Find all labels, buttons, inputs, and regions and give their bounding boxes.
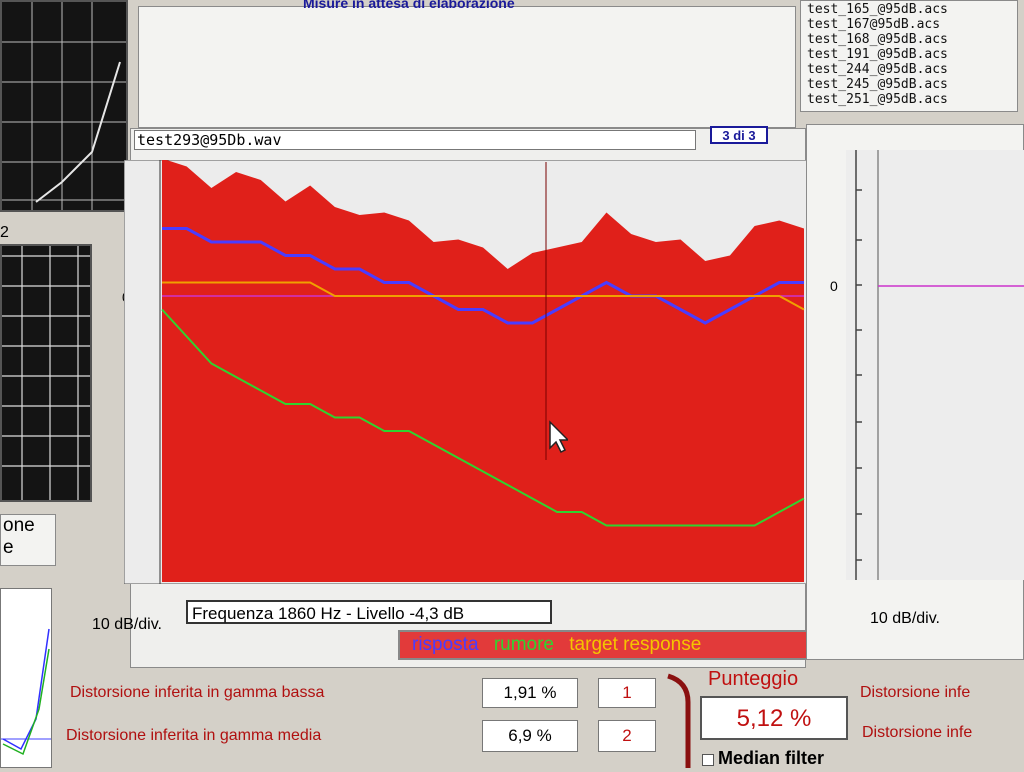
legend-target: target response bbox=[569, 634, 702, 655]
page-indicator[interactable]: 3 di 3 bbox=[710, 126, 768, 144]
preview-plot-bottom bbox=[0, 244, 92, 502]
bracket-divider bbox=[667, 673, 691, 768]
metric-index-media: 2 bbox=[598, 720, 656, 752]
score-value: 5,12 % bbox=[700, 696, 848, 740]
legend-risposta: risposta bbox=[412, 634, 479, 655]
left-number: 2 bbox=[0, 224, 9, 241]
mini-plot bbox=[0, 588, 52, 768]
filename-field: test293@95Db.wav bbox=[134, 130, 696, 150]
legend: risposta rumore target response bbox=[398, 630, 840, 660]
metric-label-media: Distorsione inferita in gamma media bbox=[66, 727, 322, 744]
mouse-cursor-icon bbox=[549, 420, 568, 454]
pending-title: Misure in attesa di elaborazione bbox=[303, 0, 515, 11]
file-item[interactable]: test_251_@95dB.acs bbox=[807, 92, 1011, 107]
score-title: Punteggio bbox=[708, 668, 799, 690]
metric-value-bassa: 1,91 % bbox=[482, 678, 578, 708]
status-readout: Frequenza 1860 Hz - Livello -4,3 dB bbox=[186, 600, 552, 624]
spectrum-chart[interactable] bbox=[124, 160, 810, 584]
metric-index-bassa: 1 bbox=[598, 678, 656, 708]
file-item[interactable]: test_191_@95dB.acs bbox=[807, 47, 1011, 62]
right-zero-label: 0 bbox=[830, 278, 838, 294]
preview-plot-top bbox=[0, 0, 128, 212]
preview-grid-bottom bbox=[2, 246, 90, 500]
legend-rumore: rumore bbox=[493, 634, 554, 655]
left-partial-e: e bbox=[3, 537, 14, 558]
median-filter-label[interactable]: Median filter bbox=[718, 748, 824, 769]
metric-label-bassa: Distorsione inferita in gamma bassa bbox=[70, 684, 325, 701]
left-partial-one: one bbox=[3, 515, 35, 536]
right-metric-2: Distorsione infe bbox=[862, 724, 973, 741]
file-item[interactable]: test_245_@95dB.acs bbox=[807, 77, 1011, 92]
right-chart bbox=[846, 150, 1024, 580]
pending-panel: Misure in attesa di elaborazione bbox=[138, 0, 796, 128]
file-item[interactable]: test_165_@95dB.acs bbox=[807, 2, 1011, 17]
right-metric-1: Distorsione infe bbox=[860, 684, 971, 701]
median-filter-checkbox[interactable] bbox=[702, 754, 714, 766]
right-scale-label: 10 dB/div. bbox=[870, 610, 940, 627]
file-item[interactable]: test_167@95dB.acs bbox=[807, 17, 1011, 32]
scale-label: 10 dB/div. bbox=[92, 616, 162, 633]
mini-plot-lines bbox=[1, 589, 51, 767]
metric-value-media: 6,9 % bbox=[482, 720, 578, 752]
preview-grid-top bbox=[2, 2, 126, 210]
file-item[interactable]: test_168_@95dB.acs bbox=[807, 32, 1011, 47]
left-partial-box: one e bbox=[0, 514, 56, 566]
file-item[interactable]: test_244_@95dB.acs bbox=[807, 62, 1011, 77]
file-list[interactable]: test_165_@95dB.acs test_167@95dB.acs tes… bbox=[800, 0, 1018, 112]
